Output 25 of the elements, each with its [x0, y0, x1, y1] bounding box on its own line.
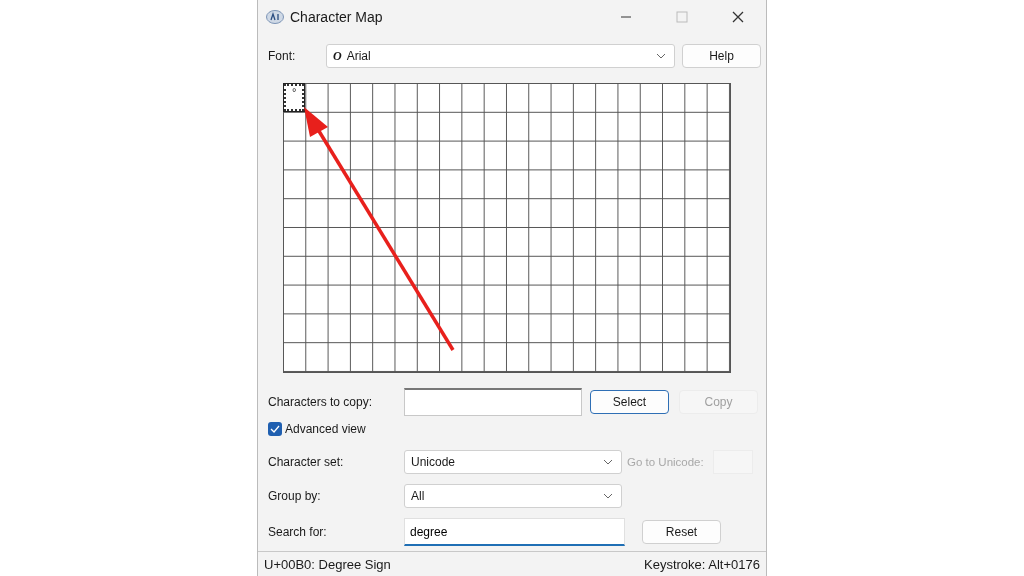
character-set-label: Character set:: [268, 455, 345, 469]
advanced-view-checkbox[interactable]: [268, 422, 282, 436]
go-to-unicode-label: Go to Unicode:: [627, 456, 704, 468]
select-button[interactable]: Select: [590, 390, 669, 414]
status-text: U+00B0: Degree Sign: [264, 556, 391, 572]
reset-button[interactable]: Reset: [642, 520, 721, 544]
group-by-dropdown[interactable]: All: [404, 484, 622, 508]
chevron-down-icon: [656, 53, 666, 59]
close-icon[interactable]: [732, 11, 744, 23]
character-set-dropdown[interactable]: Unicode: [404, 450, 622, 474]
font-dropdown[interactable]: O Arial: [326, 44, 675, 68]
help-button[interactable]: Help: [682, 44, 761, 68]
characters-to-copy-field[interactable]: [404, 388, 582, 416]
search-label: Search for:: [268, 525, 328, 539]
font-label: Font:: [268, 49, 297, 63]
app-icon: [266, 10, 284, 24]
search-field[interactable]: degree: [404, 518, 625, 546]
chevron-down-icon: [603, 493, 613, 499]
group-by-label: Group by:: [268, 489, 322, 503]
advanced-view-label: Advanced view: [285, 422, 366, 436]
characters-to-copy-label: Characters to copy:: [268, 395, 374, 409]
character-cell[interactable]: °: [283, 83, 306, 112]
keystroke-text: Keystroke: Alt+0176: [644, 556, 760, 572]
window-title: Character Map: [290, 9, 384, 25]
chevron-down-icon: [603, 459, 613, 465]
